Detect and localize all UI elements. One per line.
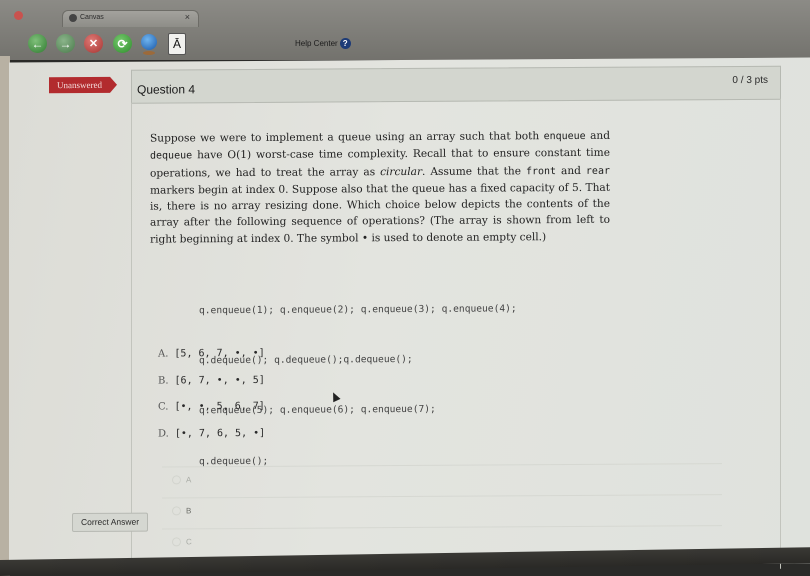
- choice-text: [•, 7, 6, 5, •]: [174, 427, 266, 439]
- back-arrow-icon[interactable]: ←: [28, 34, 47, 53]
- choice-letter: C.: [158, 401, 169, 413]
- question-header: Question 4 0 / 3 pts: [131, 65, 781, 104]
- prompt-emphasis: circular: [380, 165, 423, 178]
- tab-close-icon[interactable]: ×: [185, 12, 190, 22]
- radio-button[interactable]: [172, 475, 181, 485]
- prompt-text: . Assume that the: [422, 164, 526, 178]
- stop-icon[interactable]: ✕: [84, 34, 103, 53]
- choice-text: [5, 6, 7, •, •]: [174, 347, 265, 360]
- reload-icon[interactable]: ⟳: [113, 34, 132, 53]
- font-size-icon[interactable]: Ā: [168, 33, 186, 55]
- prompt-text: and: [585, 129, 610, 142]
- radio-button[interactable]: [172, 537, 181, 547]
- choice-d: D. [•, 7, 6, 5, •]: [158, 427, 265, 454]
- answer-option-label: A: [186, 475, 192, 485]
- choice-letter: A.: [158, 348, 169, 360]
- prompt-code: rear: [585, 165, 610, 177]
- forward-arrow-icon[interactable]: →: [56, 34, 75, 53]
- choice-list: A. [5, 6, 7, •, •] B. [6, 7, •, •, 5] C. [•…: [158, 348, 265, 455]
- answer-option-label: B: [186, 506, 192, 516]
- choice-text: [6, 7, •, •, 5]: [174, 374, 265, 386]
- prompt-text: Suppose we were to implement a queue usi…: [150, 130, 544, 145]
- choice-c: C. [•, •, 5, 6, 7]: [158, 401, 265, 428]
- globe-stand: [143, 51, 155, 55]
- globe-home-icon[interactable]: [141, 34, 157, 50]
- browser-chrome: Canvas × ← → ✕ ⟳ Ā Help Center ?: [0, 0, 810, 60]
- answer-option-label: C: [186, 537, 192, 547]
- question-body: Suppose we were to implement a queue usi…: [131, 98, 781, 573]
- code-line: q.enqueue(1); q.enqueue(2); q.enqueue(3)…: [199, 302, 517, 316]
- radio-button[interactable]: [172, 506, 181, 516]
- prompt-text: markers begin at index 0. Suppose also t…: [150, 181, 610, 246]
- choice-b: B. [6, 7, •, •, 5]: [158, 374, 265, 401]
- browser-tab[interactable]: Canvas ×: [62, 10, 199, 27]
- help-question-icon: ?: [339, 38, 351, 49]
- question-points: 0 / 3 pts: [732, 74, 768, 87]
- answer-option-b[interactable]: B: [162, 494, 722, 529]
- tab-title: Canvas: [80, 14, 104, 21]
- window-close-button[interactable]: [14, 11, 23, 20]
- quiz-page: Unanswered Question 4 0 / 3 pts Suppose …: [9, 57, 810, 573]
- choice-a: A. [5, 6, 7, •, •]: [158, 348, 265, 375]
- prompt-code: front: [525, 165, 557, 177]
- question-title: Question 4: [137, 82, 196, 97]
- status-badge: Unanswered: [49, 76, 110, 94]
- help-center-label: Help Center: [295, 39, 338, 48]
- correct-answer-tag: Correct Answer: [72, 512, 149, 533]
- prompt-code: enqueue: [543, 130, 586, 143]
- help-center-link[interactable]: Help Center ?: [295, 38, 351, 49]
- prompt-code: dequeue: [150, 150, 193, 162]
- answer-option-a[interactable]: A: [162, 463, 722, 498]
- choice-text: [•, •, 5, 6, 7]: [174, 400, 265, 413]
- choice-letter: B.: [158, 374, 169, 387]
- prompt-text: and: [556, 164, 586, 177]
- canvas-favicon-icon: [69, 14, 77, 22]
- choice-letter: D.: [158, 427, 169, 440]
- question-prompt: Suppose we were to implement a queue usi…: [150, 128, 610, 248]
